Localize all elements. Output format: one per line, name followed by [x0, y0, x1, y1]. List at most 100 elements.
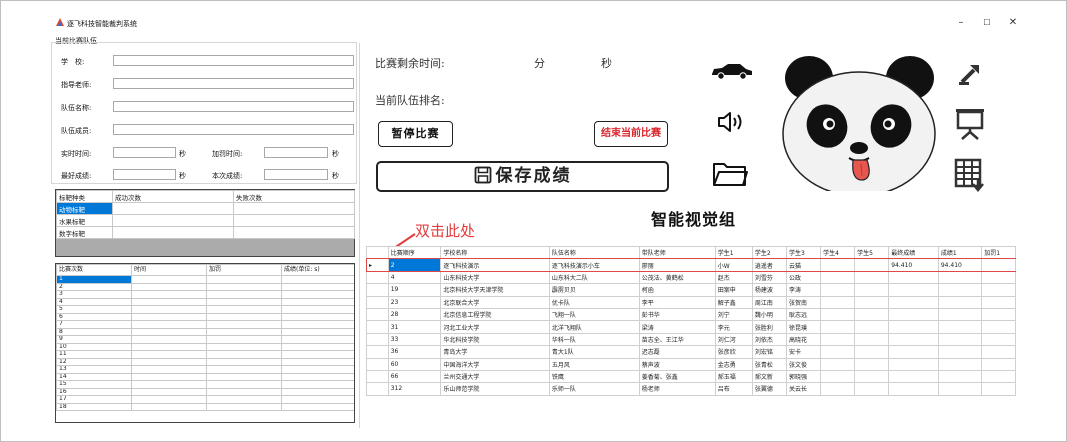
table-row[interactable]: 60 中国海洋大学 五月风 蔡声波 金志勇 张青松 张文俊 — [366, 357, 1016, 371]
table-cell[interactable] — [131, 335, 207, 344]
table-cell[interactable] — [131, 297, 207, 306]
table-cell[interactable] — [281, 380, 354, 389]
table-cell[interactable]: 逐飞科技演示小车 — [548, 258, 640, 272]
run-number-cell[interactable]: 11 — [56, 350, 132, 359]
column-header[interactable]: 学生3 — [785, 246, 822, 260]
table-cell[interactable] — [131, 372, 207, 381]
table-cell[interactable] — [820, 320, 856, 334]
table-cell[interactable]: 94.410 — [937, 258, 983, 272]
table-row[interactable]: 66 兰州交通大学 铁鹰 姜香菊、张鑫 郝玉福 郝文新 郭晓强 — [366, 369, 1016, 384]
row-label[interactable]: 水果标靶 — [56, 214, 113, 227]
table-cell[interactable] — [281, 350, 354, 359]
table-cell[interactable] — [937, 270, 983, 285]
table-cell[interactable]: 逐飞科技演示 — [440, 258, 550, 272]
table-cell[interactable]: 张青松 — [751, 357, 787, 371]
table-row[interactable]: 28 北京信息工程学院 飞翔一队 彭书华 刘宁 魏小明 耿志远 — [366, 307, 1016, 322]
table-cell[interactable] — [888, 345, 939, 359]
table-cell[interactable]: 姜香菊、张鑫 — [638, 369, 716, 384]
table-cell[interactable]: 公政 — [785, 270, 822, 285]
table-cell[interactable]: 公茂法、黄鹤松 — [638, 270, 716, 285]
best-score-input[interactable] — [113, 169, 176, 180]
row-header[interactable] — [366, 307, 389, 322]
table-cell[interactable]: 高晓花 — [785, 332, 822, 347]
table-cell[interactable] — [854, 307, 890, 322]
table-cell[interactable]: 312 — [387, 382, 442, 396]
table-row[interactable]: 水果标靶 — [56, 214, 355, 227]
run-number-cell[interactable]: 17 — [56, 395, 132, 404]
table-cell[interactable] — [854, 295, 890, 309]
table-cell[interactable]: 33 — [387, 332, 442, 347]
table-cell[interactable]: 霹雳贝贝 — [548, 283, 640, 297]
table-cell[interactable] — [981, 258, 1016, 272]
table-cell[interactable]: 周江南 — [751, 295, 787, 309]
table-cell[interactable] — [820, 357, 856, 371]
run-number-cell[interactable]: 1 — [56, 275, 132, 284]
table-cell[interactable] — [206, 380, 282, 389]
table-cell[interactable]: 中国海洋大学 — [440, 357, 550, 371]
run-number-cell[interactable]: 13 — [56, 365, 132, 374]
table-row[interactable]: 312 乐山师范学院 乐师一队 杨老师 吕布 张翼德 关云长 — [366, 382, 1016, 396]
run-number-cell[interactable]: 3 — [56, 290, 132, 299]
realtime-input[interactable] — [113, 147, 176, 158]
table-cell[interactable]: 耿志远 — [785, 307, 822, 322]
table-cell[interactable]: 刘依杰 — [751, 332, 787, 347]
table-cell[interactable] — [820, 345, 856, 359]
table-cell[interactable]: 青岛大学 — [440, 345, 550, 359]
table-cell[interactable] — [888, 307, 939, 322]
table-cell[interactable]: 苗志全、王江华 — [638, 332, 716, 347]
table-cell[interactable] — [206, 282, 282, 291]
table-cell[interactable] — [820, 307, 856, 322]
table-cell[interactable]: 优卡队 — [548, 295, 640, 309]
table-cell[interactable] — [281, 320, 354, 329]
minimize-button[interactable]: – — [955, 18, 967, 28]
table-cell[interactable] — [888, 382, 939, 396]
table-row[interactable]: 17 — [56, 395, 354, 404]
table-cell[interactable] — [820, 258, 856, 272]
run-number-cell[interactable]: 2 — [56, 282, 132, 291]
current-score-input[interactable] — [264, 169, 328, 180]
coach-input[interactable] — [113, 78, 354, 89]
table-cell[interactable]: 云猫 — [785, 258, 822, 272]
row-header[interactable] — [366, 369, 389, 384]
table-cell[interactable] — [281, 305, 354, 314]
table-cell[interactable] — [131, 275, 207, 284]
table-row[interactable]: 19 北京科技大学天津学院 霹雳贝贝 柯函 田案申 杨建波 李涛 — [366, 283, 1016, 297]
table-row[interactable]: 12 — [56, 357, 354, 366]
table-cell[interactable] — [981, 320, 1016, 334]
table-cell[interactable] — [206, 402, 282, 411]
school-input[interactable] — [113, 55, 354, 66]
row-header[interactable] — [366, 357, 389, 371]
run-number-cell[interactable]: 9 — [56, 335, 132, 344]
table-cell[interactable] — [854, 320, 890, 334]
table-cell[interactable] — [281, 297, 354, 306]
table-cell[interactable]: 张贺南 — [785, 295, 822, 309]
table-cell[interactable] — [281, 365, 354, 374]
table-row[interactable]: 13 — [56, 365, 354, 374]
table-cell[interactable]: 李平 — [638, 295, 716, 309]
table-cell[interactable] — [131, 365, 207, 374]
table-row[interactable]: 10 — [56, 342, 354, 351]
table-cell[interactable]: 张彦欣 — [714, 345, 753, 359]
table-cell[interactable] — [206, 290, 282, 299]
runs-grid[interactable]: 比赛次数 时间 加罚 成绩(单位: s) 1 2 3 4 5 6 7 8 9 10 11 12 13 14… — [55, 263, 355, 423]
table-row[interactable]: 23 北京联合大学 优卡队 李平 解子鑫 周江南 张贺南 — [366, 295, 1016, 309]
table-cell[interactable]: 赵杰 — [714, 270, 753, 285]
table-row[interactable]: 11 — [56, 350, 354, 359]
table-cell[interactable] — [281, 282, 354, 291]
table-cell[interactable] — [854, 283, 890, 297]
table-row[interactable]: 33 华北科技学院 华科一队 苗志全、王江华 刘仁河 刘依杰 高晓花 — [366, 332, 1016, 347]
table-cell[interactable] — [112, 214, 234, 227]
run-number-cell[interactable]: 16 — [56, 387, 132, 396]
table-cell[interactable] — [854, 345, 890, 359]
table-cell[interactable]: 23 — [387, 295, 442, 309]
column-header[interactable]: 带队老师 — [638, 246, 716, 260]
table-cell[interactable] — [937, 382, 983, 396]
table-cell[interactable] — [281, 402, 354, 411]
column-header[interactable]: 加罚 — [206, 264, 282, 276]
table-cell[interactable]: 关云长 — [785, 382, 822, 396]
table-row[interactable]: 6 — [56, 312, 354, 321]
table-cell[interactable]: 4 — [387, 270, 442, 285]
table-cell[interactable] — [820, 283, 856, 297]
column-header[interactable]: 学生5 — [854, 246, 890, 260]
run-number-cell[interactable]: 12 — [56, 357, 132, 366]
